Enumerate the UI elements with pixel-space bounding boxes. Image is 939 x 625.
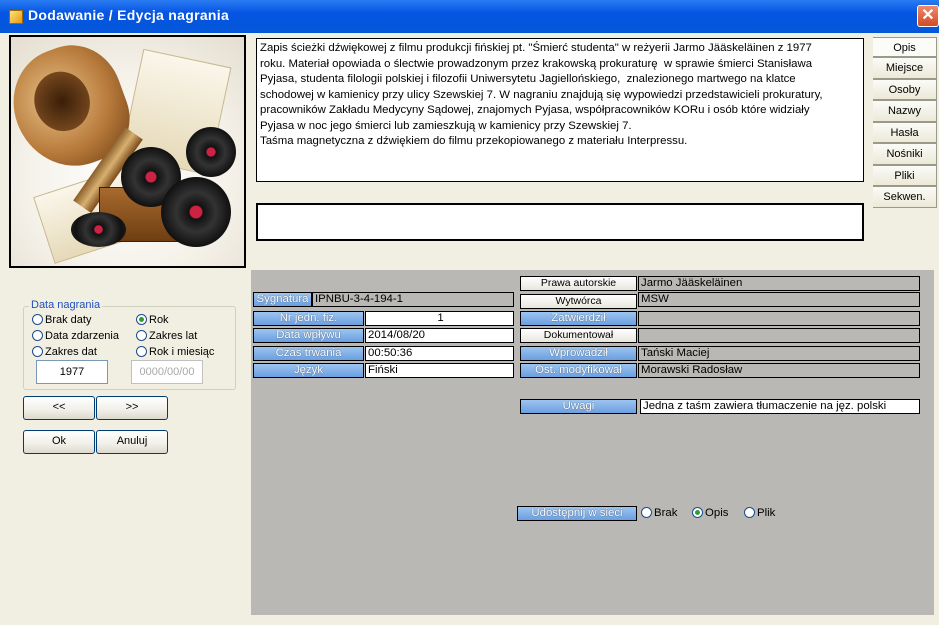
radio-selected-icon <box>692 507 703 518</box>
wprowadzil-field[interactable]: Tański Maciej <box>638 346 920 361</box>
tab-opis[interactable]: Opis <box>873 37 937 57</box>
tab-nazwy[interactable]: Nazwy <box>873 100 937 122</box>
description-textarea[interactable]: Zapis ścieżki dźwiękowej z filmu produkc… <box>256 38 864 182</box>
app-icon <box>9 10 23 24</box>
close-button[interactable]: ✕ <box>917 5 939 27</box>
ok-button[interactable]: Ok <box>23 430 95 454</box>
tab-strip: Opis Miejsce Osoby Nazwy Hasła Nośniki P… <box>873 37 937 208</box>
zatwierdzil-label: Zatwierdził <box>520 311 637 326</box>
ost-modyfikowal-field[interactable]: Morawski Radosław <box>638 363 920 378</box>
gramophone-image <box>9 35 246 268</box>
month-input[interactable]: 0000/00/00 <box>131 360 203 384</box>
uwagi-label: Uwagi <box>520 399 637 414</box>
radio-selected-icon <box>136 314 147 325</box>
tab-miejsce[interactable]: Miejsce <box>873 57 937 79</box>
next-button[interactable]: >> <box>96 396 168 420</box>
tab-pliki[interactable]: Pliki <box>873 164 937 186</box>
radio-rok[interactable]: Rok <box>136 314 169 326</box>
window-title: Dodawanie / Edycja nagrania <box>28 7 230 23</box>
zatwierdzil-field[interactable] <box>638 311 920 326</box>
data-wplywu-label: Data wpływu <box>253 328 364 343</box>
nr-jedn-label: Nr jedn. fiz. <box>253 311 364 326</box>
radio-icon <box>641 507 652 518</box>
cancel-button[interactable]: Anuluj <box>96 430 168 454</box>
prawa-autorskie-button[interactable]: Prawa autorskie <box>520 276 637 291</box>
sygnatura-label: Sygnatura <box>253 292 312 307</box>
radio-zakres-lat[interactable]: Zakres lat <box>136 330 197 342</box>
nr-jedn-field[interactable]: 1 <box>365 311 514 326</box>
prev-button[interactable]: << <box>23 396 95 420</box>
radio-icon <box>744 507 755 518</box>
share-radio-brak[interactable]: Brak <box>641 507 677 519</box>
radio-icon <box>136 346 147 357</box>
tab-hasla[interactable]: Hasła <box>873 121 937 143</box>
tab-osoby[interactable]: Osoby <box>873 78 937 100</box>
dokumentowal-button[interactable]: Dokumentował <box>520 328 637 343</box>
title-bar[interactable]: Dodawanie / Edycja nagrania ✕ <box>0 0 939 33</box>
jezyk-field[interactable]: Fiński <box>365 363 514 378</box>
dokumentowal-field[interactable] <box>638 328 920 343</box>
tab-nosniki[interactable]: Nośniki <box>873 143 937 165</box>
ost-modyfikowal-label: Ost. modyfikował <box>520 363 637 378</box>
sygnatura-field[interactable]: IPNBU-3-4-194-1 <box>312 292 514 307</box>
wprowadzil-label: Wprowadził <box>520 346 637 361</box>
dialog-window: Dodawanie / Edycja nagrania ✕ Zapis ście… <box>0 0 939 625</box>
radio-data-zdarzenia[interactable]: Data zdarzenia <box>32 330 119 342</box>
udostepnij-label: Udostępnij w sieci <box>517 506 637 521</box>
radio-icon <box>32 330 43 341</box>
czas-trwania-label: Czas trwania <box>253 346 364 361</box>
radio-icon <box>136 330 147 341</box>
wytworca-button[interactable]: Wytwórca <box>520 294 637 309</box>
tab-sekwen[interactable]: Sekwen. <box>873 186 937 208</box>
radio-zakres-dat[interactable]: Zakres dat <box>32 346 97 358</box>
radio-icon <box>32 314 43 325</box>
year-input[interactable]: 1977 <box>36 360 108 384</box>
czas-trwania-field[interactable]: 00:50:36 <box>365 346 514 361</box>
uwagi-field[interactable]: Jedna z taśm zawiera tłumaczenie na jęz.… <box>640 399 920 414</box>
prawa-autorskie-field[interactable]: Jarmo Jääskeläinen <box>638 276 920 291</box>
radio-icon <box>32 346 43 357</box>
data-wplywu-field[interactable]: 2014/08/20 <box>365 328 514 343</box>
jezyk-label: Język <box>253 363 364 378</box>
wytworca-field[interactable]: MSW <box>638 292 920 307</box>
date-group-title: Data nagrania <box>29 299 103 311</box>
share-radio-opis[interactable]: Opis <box>692 507 728 519</box>
share-radio-plik[interactable]: Plik <box>744 507 775 519</box>
radio-rok-i-miesiac[interactable]: Rok i miesiąc <box>136 346 214 358</box>
radio-brak-daty[interactable]: Brak daty <box>32 314 91 326</box>
secondary-textarea[interactable] <box>256 203 864 241</box>
